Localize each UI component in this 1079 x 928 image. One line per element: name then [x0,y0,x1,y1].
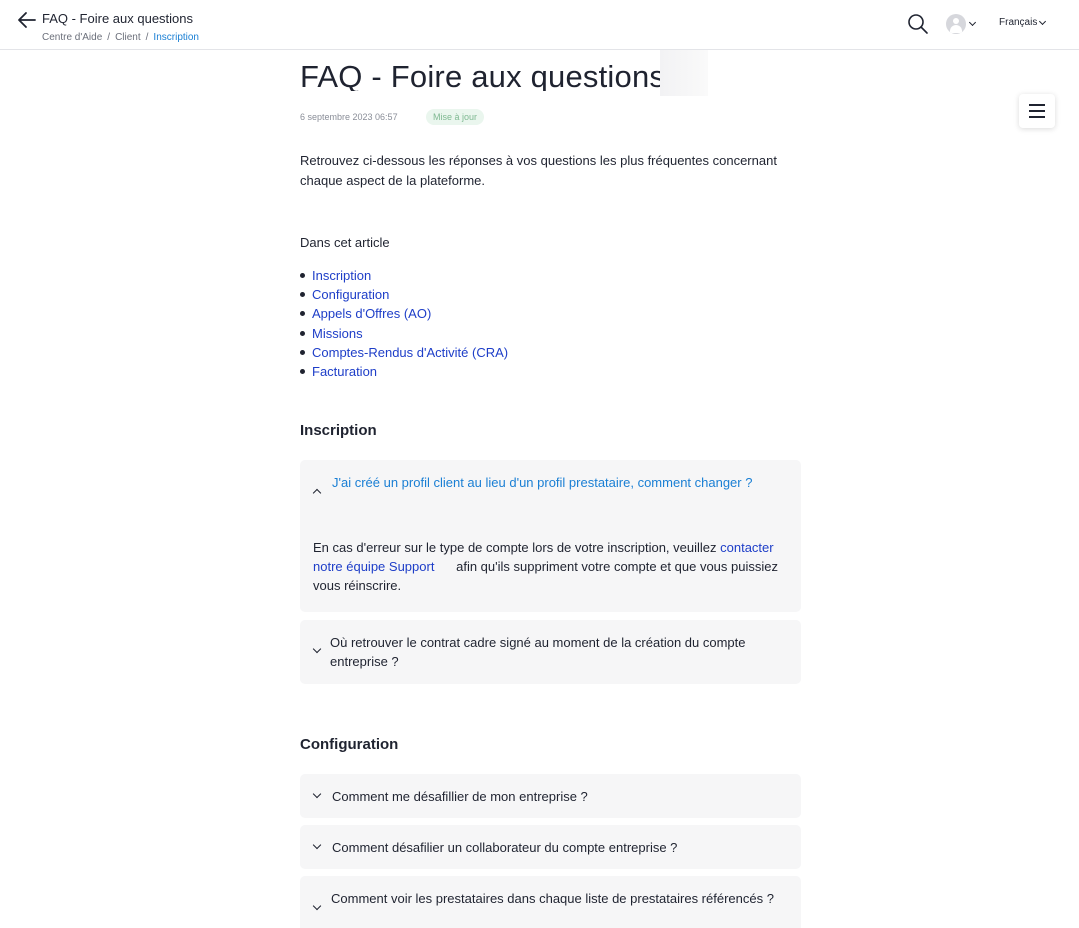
language-label: Français [999,17,1038,28]
faq-question[interactable]: J'ai créé un profil client au lieu d'un … [332,473,782,492]
faq-question[interactable]: Comment voir les prestataires dans chaqu… [331,889,781,908]
toc-link-configuration[interactable]: Configuration [312,287,389,302]
toc-link-cra[interactable]: Comptes-Rendus d'Activité (CRA) [312,345,508,360]
language-selector[interactable]: Français [999,17,1047,28]
faq-question[interactable]: Où retrouver le contrat cadre signé au m… [330,633,780,671]
faq-item-open[interactable]: J'ai créé un profil client au lieu d'un … [300,460,801,612]
faq-item[interactable]: Comment désafilier un collaborateur du c… [300,825,801,869]
intro-text: Retrouvez ci-dessous les réponses à vos … [300,153,777,188]
top-bar: FAQ - Foire aux questions Centre d'Aide … [0,0,1079,50]
toc-item: Configuration [300,285,508,304]
faq-question[interactable]: Comment me désafillier de mon entreprise… [332,787,782,806]
faq-item[interactable]: Où retrouver le contrat cadre signé au m… [300,620,801,684]
toc-link-appels-offres[interactable]: Appels d'Offres (AO) [312,306,431,321]
faq-answer: En cas d'erreur sur le type de compte lo… [313,538,791,595]
chevron-down-icon [968,18,977,27]
toc-link-facturation[interactable]: Facturation [312,364,377,379]
toc-item: Comptes-Rendus d'Activité (CRA) [300,343,508,362]
breadcrumb-separator: / [145,32,149,43]
back-arrow-icon[interactable] [16,10,38,30]
toc-heading: Dans cet article [300,235,390,250]
status-badge: Mise à jour [426,109,485,125]
toc-link-inscription[interactable]: Inscription [312,268,371,283]
chevron-down-icon [312,901,322,911]
title-overlay [660,50,708,96]
toc-item: Missions [300,324,508,343]
chevron-down-icon [312,840,322,850]
section-title-configuration: Configuration [300,736,399,753]
search-icon[interactable] [907,13,929,35]
table-of-contents: Inscription Configuration Appels d'Offre… [300,266,508,381]
faq-item[interactable]: Comment voir les prestataires dans chaqu… [300,876,801,928]
faq-answer-text: En cas d'erreur sur le type de compte lo… [313,540,721,555]
breadcrumb: Centre d'Aide / Client / Inscription [42,32,199,43]
article-date: 6 septembre 2023 06:57 [300,112,398,122]
breadcrumb-separator: / [107,32,111,43]
chevron-down-icon [312,644,322,654]
chevron-down-icon [312,789,322,799]
faq-question[interactable]: Comment désafilier un collaborateur du c… [332,838,782,857]
avatar-icon [946,14,966,34]
toc-item: Inscription [300,266,508,285]
toc-item: Facturation [300,362,508,381]
chevron-up-icon [312,488,322,498]
toc-item: Appels d'Offres (AO) [300,304,508,323]
faq-item[interactable]: Comment me désafillier de mon entreprise… [300,774,801,818]
header-title: FAQ - Foire aux questions [42,11,194,26]
menu-icon[interactable] [1019,94,1055,128]
toc-link-missions[interactable]: Missions [312,326,363,341]
breadcrumb-inscription[interactable]: Inscription [153,32,199,43]
chevron-down-icon [1039,17,1047,25]
breadcrumb-help-center[interactable]: Centre d'Aide [42,32,102,43]
section-title-inscription: Inscription [300,422,377,439]
user-menu[interactable] [946,14,977,34]
breadcrumb-client[interactable]: Client [115,32,141,43]
page-title: FAQ - Foire aux questions [300,59,666,91]
